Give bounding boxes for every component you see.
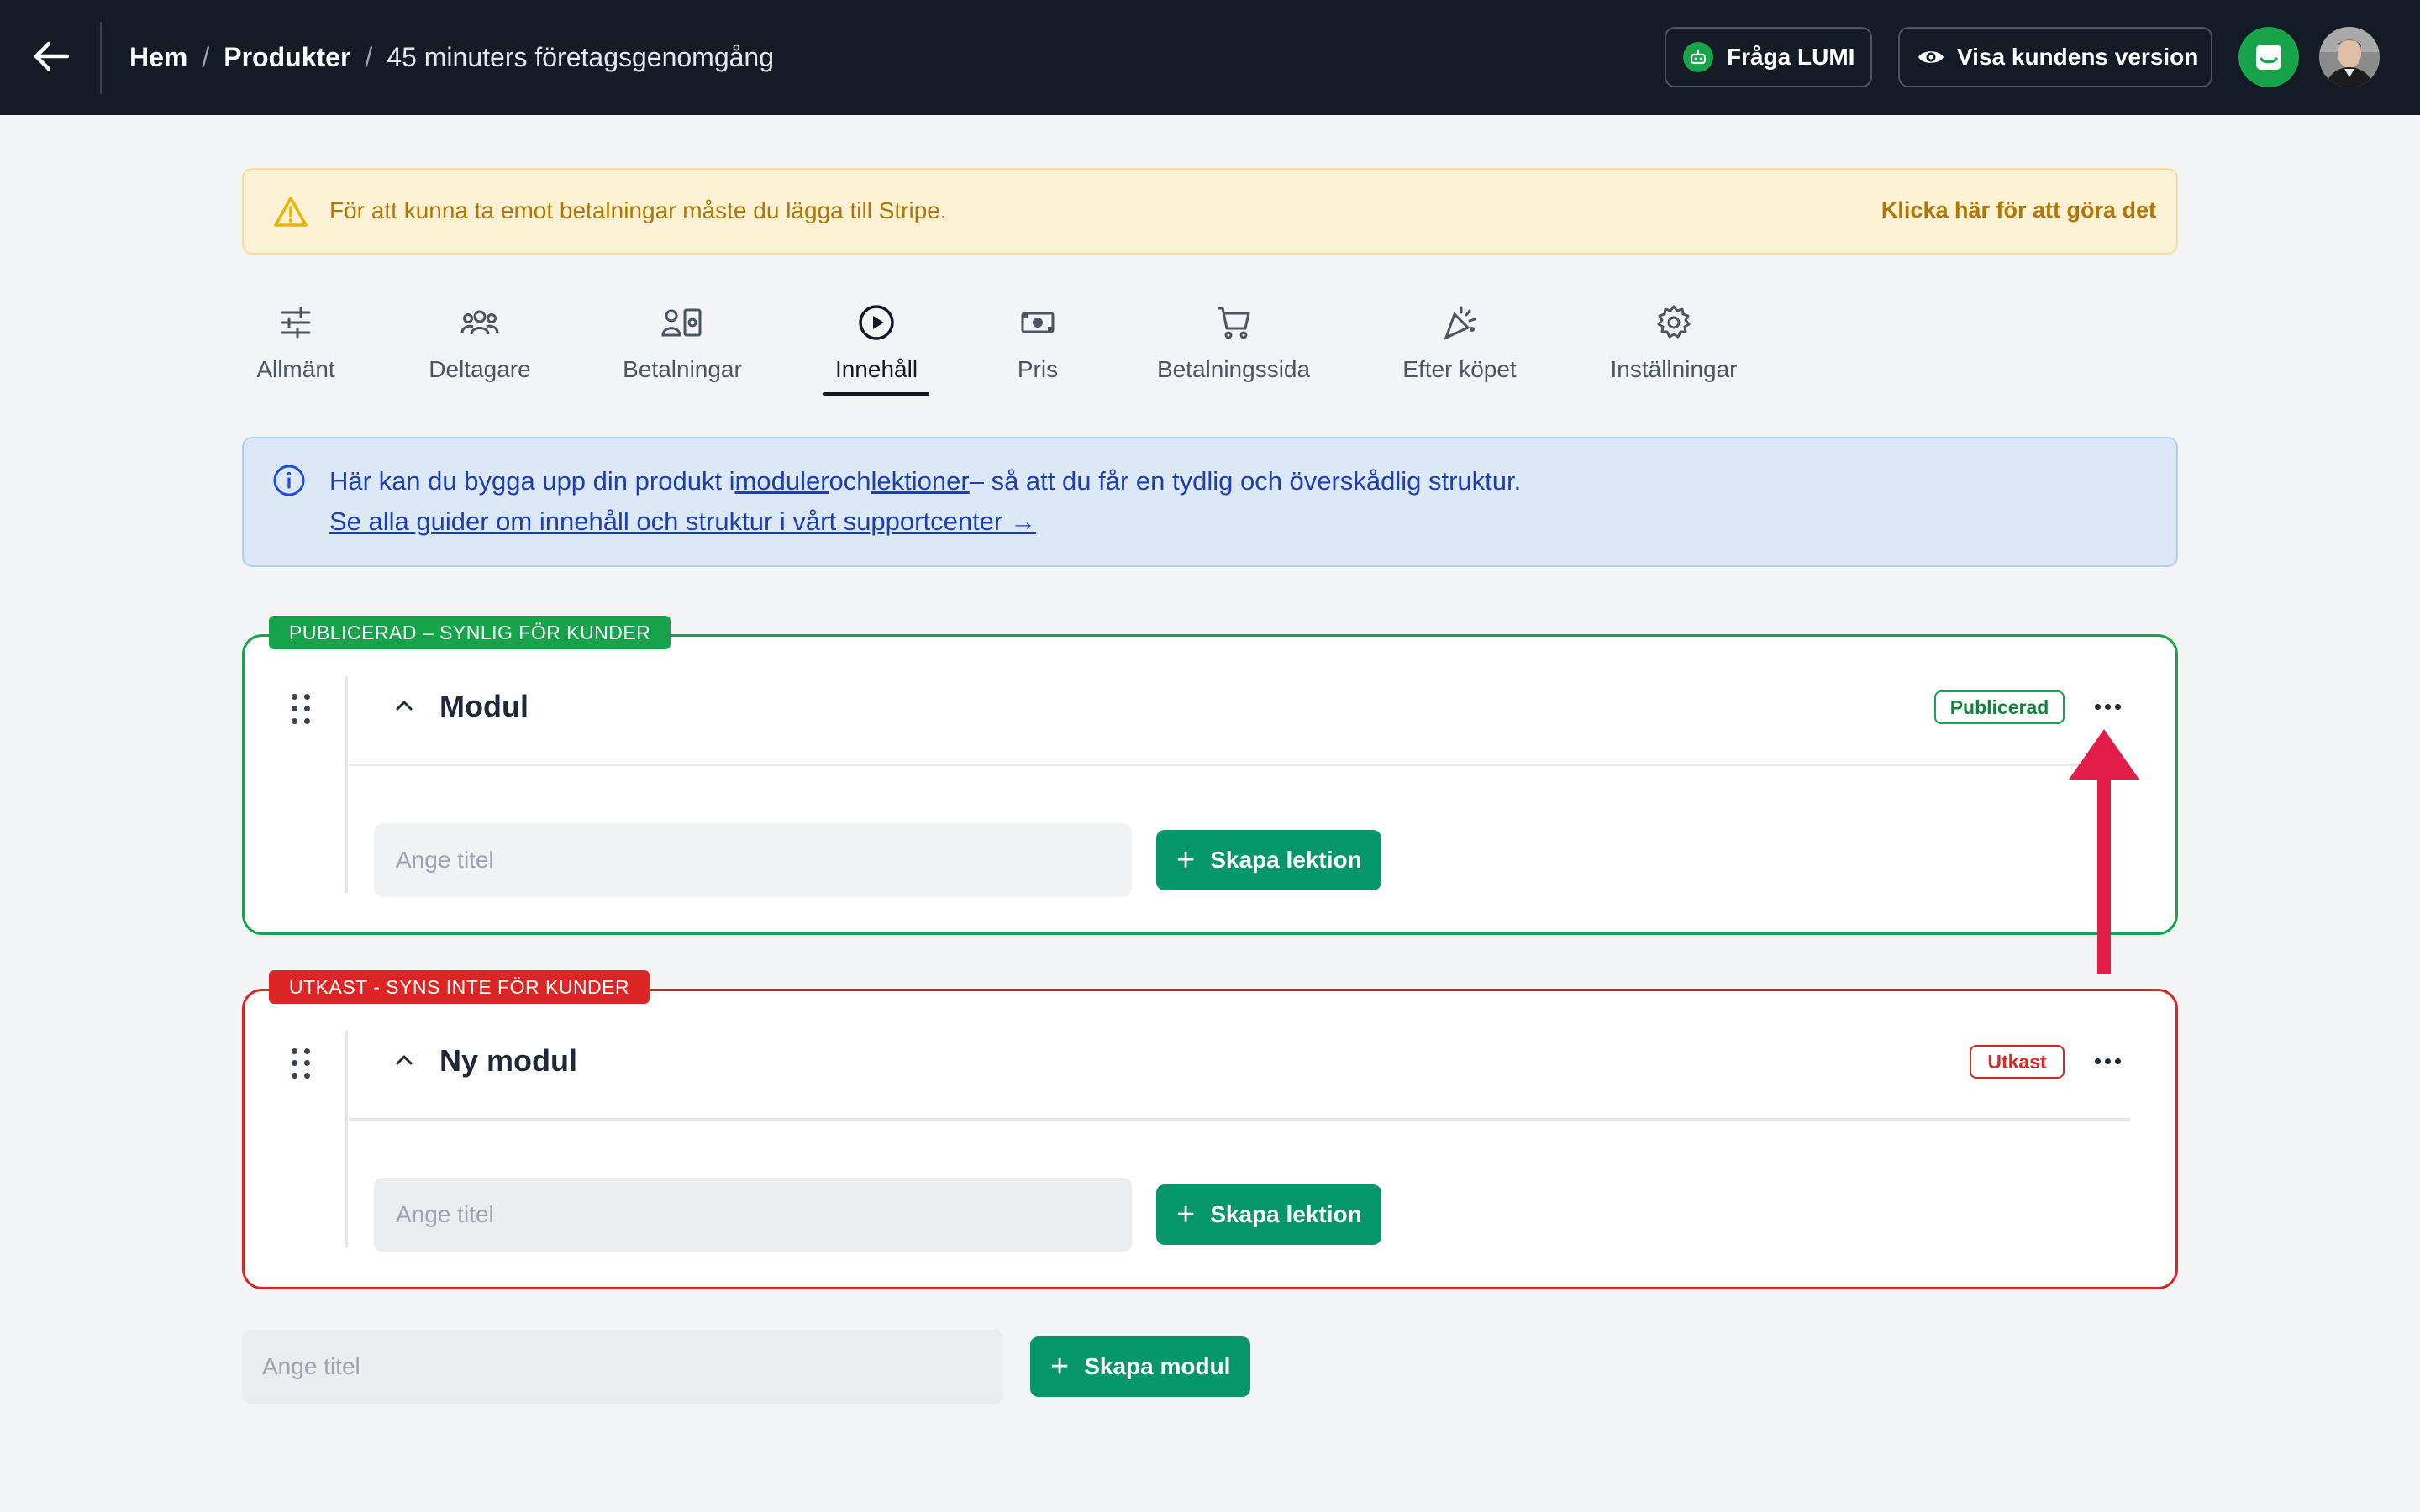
ask-lumi-button[interactable]: Fråga LUMI xyxy=(1665,27,1872,87)
info-icon xyxy=(273,465,305,496)
info-box: Här kan du bygga upp din produkt imodule… xyxy=(242,437,2178,567)
inbox-icon xyxy=(2256,45,2281,70)
collapse-module-button[interactable] xyxy=(387,689,421,722)
breadcrumb-separator: / xyxy=(202,41,210,72)
breadcrumb-separator: / xyxy=(365,41,373,72)
info-text-end: – så att du får en tydlig och överskådli… xyxy=(969,466,1522,496)
breadcrumb: Hem / Produkter / 45 minuters företagsge… xyxy=(129,37,774,77)
breadcrumb-home[interactable]: Hem xyxy=(129,42,187,73)
module-title-input[interactable] xyxy=(242,1330,1003,1404)
module-divider-vertical xyxy=(345,676,348,893)
tab-payments[interactable]: Betalningar xyxy=(618,302,746,383)
tab-content[interactable]: Innehåll xyxy=(823,302,929,383)
back-button[interactable] xyxy=(30,35,72,77)
add-stripe-link[interactable]: Klicka här för att göra det xyxy=(1881,197,2156,223)
tab-label: Allmänt xyxy=(256,356,335,382)
module-divider-vertical xyxy=(345,1031,348,1247)
create-lesson-label: Skapa lektion xyxy=(1210,847,1362,873)
more-dots-icon xyxy=(2094,1058,2101,1064)
support-center-link[interactable]: Se alla guider om innehåll och struktur … xyxy=(329,507,1036,537)
tab-label: Innehåll xyxy=(834,356,918,382)
ask-lumi-label: Fråga LUMI xyxy=(1727,44,1855,70)
status-badge: Utkast xyxy=(1970,1045,2065,1079)
topbar-divider xyxy=(100,22,102,94)
module-divider-horizontal xyxy=(349,764,2130,766)
plus-icon: + xyxy=(1176,843,1196,878)
module-card-draft: Ny modul Utkast + Skapa lektion xyxy=(242,989,2178,1289)
payments-icon xyxy=(618,302,746,343)
more-dot xyxy=(2104,703,2111,710)
sliders-icon xyxy=(249,302,343,343)
tab-settings[interactable]: Inställningar xyxy=(1605,302,1743,383)
module-menu-button[interactable] xyxy=(2090,694,2125,719)
more-dot xyxy=(2104,1058,2111,1064)
breadcrumb-products[interactable]: Produkter xyxy=(224,42,350,73)
top-bar: Hem / Produkter / 45 minuters företagsge… xyxy=(0,0,2420,115)
module-card-published: Modul Publicerad + Skapa lektion xyxy=(242,634,2178,935)
info-text-and: och xyxy=(829,466,871,496)
create-module-button[interactable]: + Skapa modul xyxy=(1030,1336,1250,1397)
users-icon xyxy=(425,302,534,343)
chat-button[interactable] xyxy=(2238,27,2299,87)
warning-text: För att kunna ta emot betalningar måste … xyxy=(329,197,947,223)
stripe-warning-banner: För att kunna ta emot betalningar måste … xyxy=(242,168,2178,255)
tab-label: Pris xyxy=(1017,356,1059,382)
tab-label: Betalningar xyxy=(623,356,742,382)
more-dot xyxy=(2114,1058,2121,1064)
lesson-title-input[interactable] xyxy=(374,1178,1132,1252)
modules-link[interactable]: moduler xyxy=(735,466,829,496)
view-customer-version-button[interactable]: Visa kundens version xyxy=(1898,27,2212,87)
arrow-left-icon xyxy=(34,41,69,71)
info-text-start: Här kan du bygga upp din produkt i xyxy=(329,466,735,496)
more-dots-icon xyxy=(2094,703,2101,710)
tab-label: Efter köpet xyxy=(1402,356,1517,382)
gear-icon xyxy=(1605,302,1743,343)
drag-handle-icon[interactable] xyxy=(292,1048,310,1079)
plus-icon: + xyxy=(1050,1349,1070,1384)
warning-icon xyxy=(274,197,308,227)
create-module-label: Skapa modul xyxy=(1084,1353,1231,1379)
module-title: Ny modul xyxy=(439,1043,578,1078)
view-customer-version-label: Visa kundens version xyxy=(1957,44,2199,70)
eye-icon xyxy=(1917,47,1945,67)
lesson-title-input[interactable] xyxy=(374,823,1132,897)
info-text: Här kan du bygga upp din produkt imodule… xyxy=(329,466,1521,496)
plus-icon: + xyxy=(1176,1197,1196,1232)
create-lesson-button[interactable]: + Skapa lektion xyxy=(1156,830,1381,890)
tab-label: Betalningssida xyxy=(1156,356,1311,382)
tab-checkout-page[interactable]: Betalningssida xyxy=(1153,302,1314,383)
tab-label: Deltagare xyxy=(429,356,531,382)
annotation-arrow-icon xyxy=(2069,729,2139,974)
tab-label: Inställningar xyxy=(1610,356,1738,382)
breadcrumb-current: 45 minuters företagsgenomgång xyxy=(387,41,775,72)
module-title: Modul xyxy=(439,689,529,723)
tab-general[interactable]: Allmänt xyxy=(249,302,343,383)
lumi-bot-icon xyxy=(1683,42,1713,72)
party-icon xyxy=(1400,302,1519,343)
cart-icon xyxy=(1153,302,1314,343)
banknote-icon xyxy=(1013,302,1062,343)
active-tab-indicator xyxy=(823,392,929,396)
status-badge: Publicerad xyxy=(1934,690,2065,724)
lessons-link[interactable]: lektioner xyxy=(871,466,970,496)
module-visibility-tag: UTKAST - SYNS INTE FÖR KUNDER xyxy=(269,970,650,1004)
collapse-module-button[interactable] xyxy=(387,1043,421,1077)
tab-price[interactable]: Pris xyxy=(1013,302,1062,383)
create-lesson-button[interactable]: + Skapa lektion xyxy=(1156,1184,1381,1245)
tab-after-purchase[interactable]: Efter köpet xyxy=(1400,302,1519,383)
module-divider-horizontal xyxy=(349,1118,2130,1121)
play-circle-icon xyxy=(823,302,929,343)
user-avatar[interactable] xyxy=(2319,27,2380,87)
tab-participants[interactable]: Deltagare xyxy=(425,302,534,383)
chevron-up-icon xyxy=(396,1055,413,1065)
module-visibility-tag: PUBLICERAD – SYNLIG FÖR KUNDER xyxy=(269,616,671,649)
module-menu-button[interactable] xyxy=(2090,1048,2125,1074)
drag-handle-icon[interactable] xyxy=(292,694,310,724)
more-dot xyxy=(2114,703,2121,710)
create-lesson-label: Skapa lektion xyxy=(1210,1201,1362,1227)
chevron-up-icon xyxy=(396,701,413,711)
